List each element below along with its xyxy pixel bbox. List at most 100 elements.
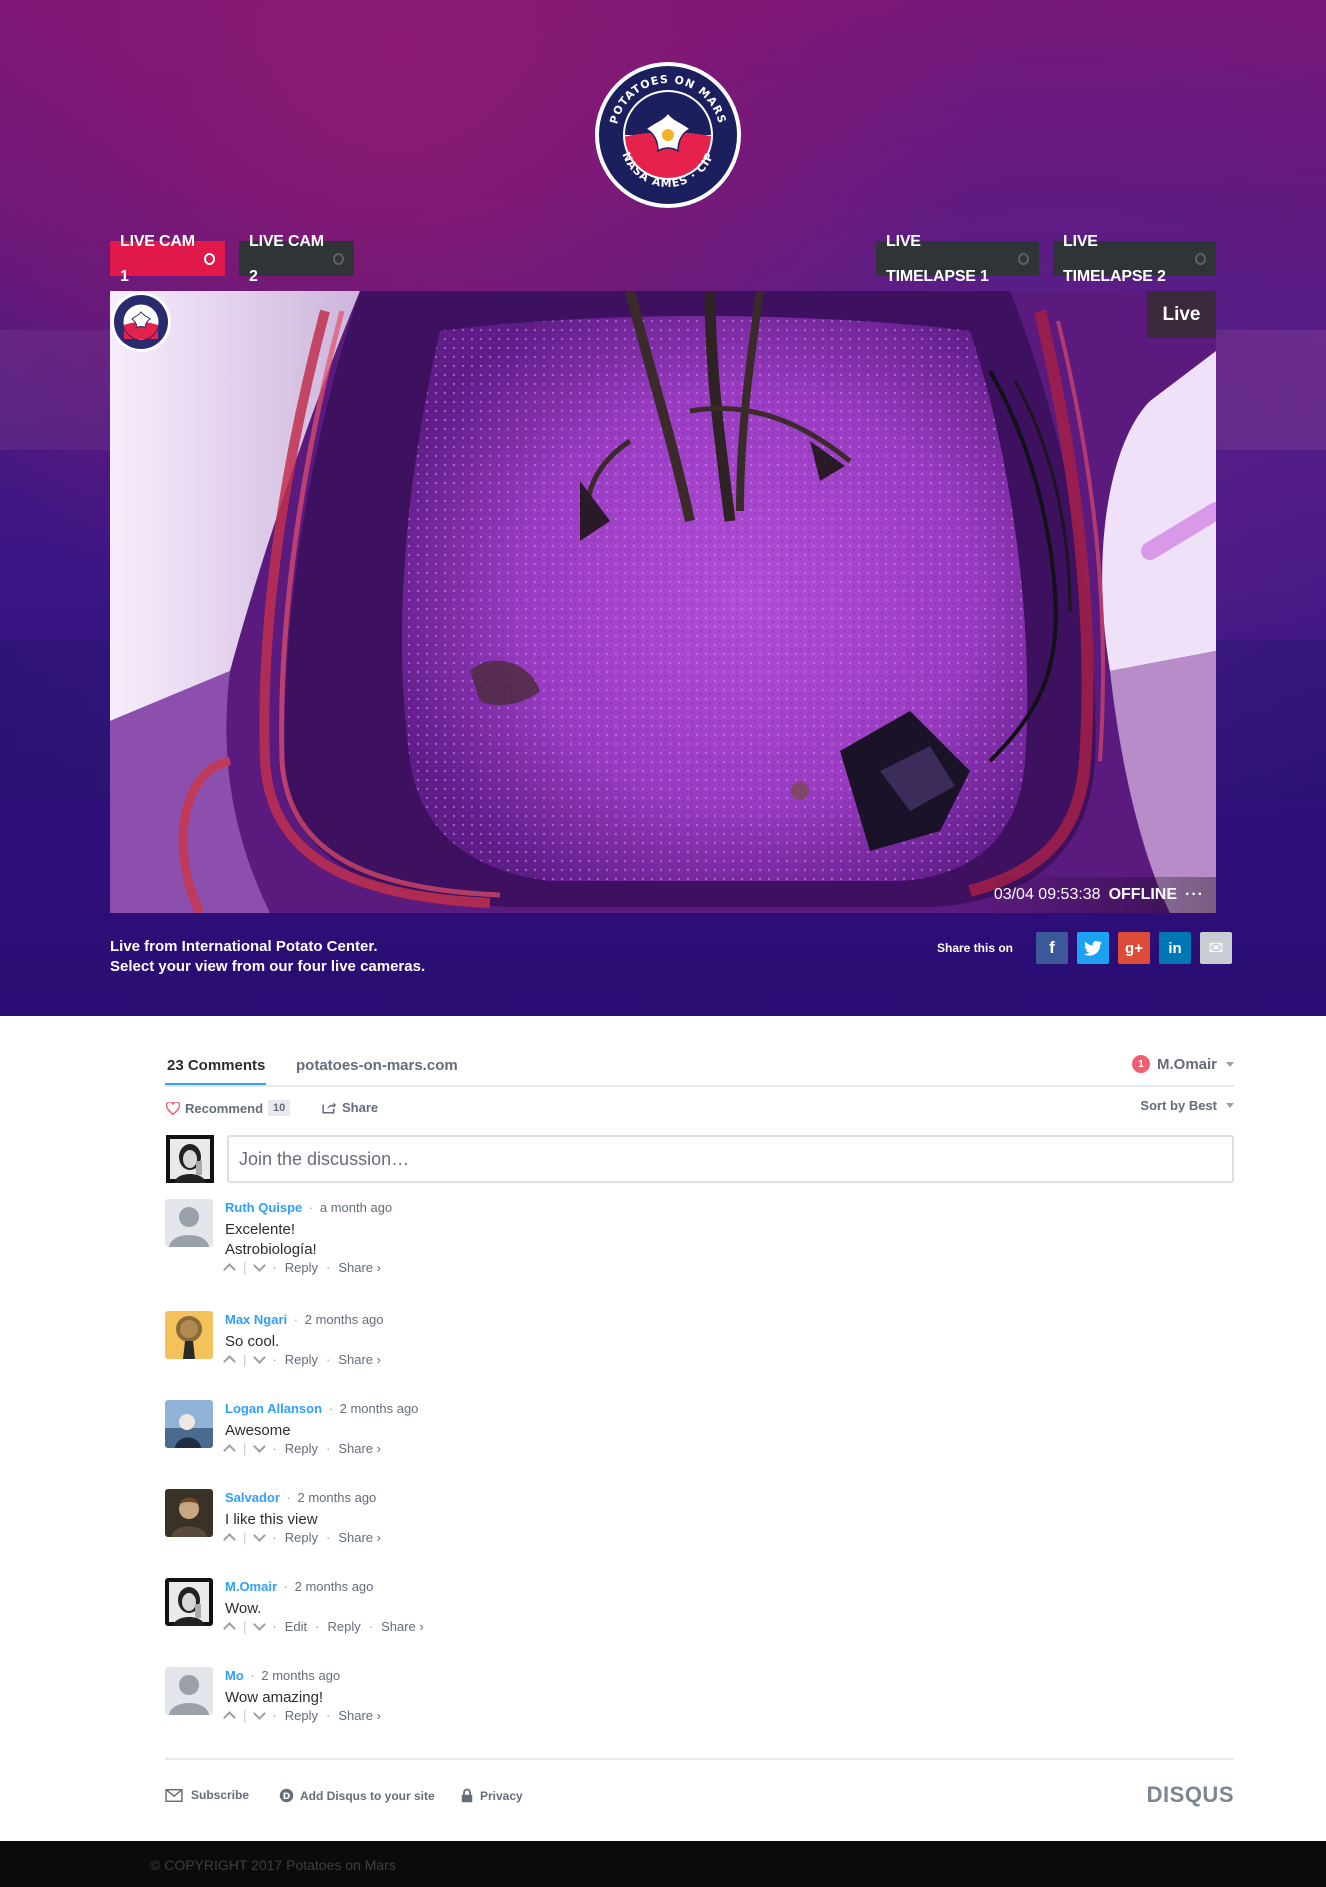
privacy-link[interactable]: Privacy [461,1788,523,1803]
upvote-icon[interactable] [223,1622,236,1635]
downvote-icon[interactable] [253,1259,267,1272]
comment-text: I like this view [225,1511,318,1528]
avatar[interactable] [166,1135,214,1183]
divider [165,1758,1234,1760]
comment-author-link[interactable]: Max Ngari [225,1312,287,1327]
facebook-share-button[interactable]: f [1036,932,1069,964]
avatar[interactable] [165,1400,213,1448]
privacy-label: Privacy [480,1788,523,1803]
join-discussion-input[interactable]: Join the discussion… [227,1135,1234,1183]
comment-author-link[interactable]: Logan Allanson [225,1401,322,1416]
upvote-icon[interactable] [223,1263,236,1276]
tab-live-timelapse-2[interactable]: LIVE TIMELAPSE 2 [1053,233,1216,285]
upvote-icon[interactable] [223,1444,236,1457]
reply-link[interactable]: Reply [285,1441,318,1456]
disqus-d-icon: D [279,1788,294,1803]
comment-actions: | · Reply · Share › [223,1440,381,1457]
recommend-button[interactable]: Recommend 10 [166,1100,291,1116]
add-disqus-label: Add Disqus to your site [300,1788,435,1803]
live-badge: Live [1147,291,1216,338]
comment-header: Logan Allanson · 2 months ago [225,1401,419,1416]
comment-header: Ruth Quispe · a month ago [225,1200,393,1215]
reply-link[interactable]: Reply [285,1708,318,1723]
comment-time[interactable]: 2 months ago [305,1312,384,1327]
share-link[interactable]: Share › [381,1619,424,1634]
upvote-icon[interactable] [223,1711,236,1724]
user-menu[interactable]: 1 M.Omair [1131,1055,1234,1073]
status-dot-icon [333,252,344,265]
share-link[interactable]: Share › [338,1441,381,1456]
comment-actions: | · Reply · Share › [223,1351,381,1368]
tab-live-cam-1[interactable]: LIVE CAM 1 [110,233,225,285]
tab-label: LIVE CAM 1 [120,232,195,285]
edit-link[interactable]: Edit [285,1619,307,1634]
upvote-icon[interactable] [223,1533,236,1546]
tab-live-cam-2[interactable]: LIVE CAM 2 [239,233,354,285]
recommend-count: 10 [268,1100,291,1116]
upvote-icon[interactable] [223,1355,236,1368]
live-camera-feed[interactable]: Live 03/04 09:53:38 OFFLINE ··· [110,291,1216,913]
more-options-icon[interactable]: ··· [1185,886,1204,904]
avatar[interactable] [165,1667,213,1715]
chevron-down-icon [1226,1061,1234,1067]
comment-header: Mo · 2 months ago [225,1668,341,1683]
hero-section: POTATOES ON MARS NASA AMES · CIP LIVE CA… [0,0,1326,1016]
comment-time[interactable]: 2 months ago [340,1401,419,1416]
linkedin-share-button[interactable]: in [1159,932,1192,964]
envelope-icon [165,1788,183,1802]
tab-live-timelapse-1[interactable]: LIVE TIMELAPSE 1 [876,233,1039,285]
comment-author-link[interactable]: M.Omair [225,1579,277,1594]
avatar[interactable] [165,1311,213,1359]
linkedin-icon: in [1168,939,1182,957]
subscribe-link[interactable]: Subscribe [165,1788,249,1802]
google-plus-icon: g+ [1125,939,1143,957]
comment-body: Awesome [225,1421,291,1441]
avatar[interactable] [165,1578,213,1626]
share-link[interactable]: Share › [338,1260,381,1275]
add-disqus-link[interactable]: D Add Disqus to your site [279,1788,435,1803]
avatar[interactable] [165,1199,213,1247]
comment-author-link[interactable]: Salvador [225,1490,280,1505]
comment-author-link[interactable]: Ruth Quispe [225,1200,302,1215]
facebook-icon: f [1049,938,1055,957]
comment-body: I like this view [225,1510,318,1530]
reply-link[interactable]: Reply [327,1619,360,1634]
reply-link[interactable]: Reply [285,1260,318,1275]
reply-link[interactable]: Reply [285,1530,318,1545]
email-share-button[interactable]: ✉ [1200,932,1233,964]
camera-caption: Live from International Potato Center. S… [110,937,425,977]
comment-count-tab[interactable]: 23 Comments [167,1057,265,1074]
share-link[interactable]: Share › [338,1530,381,1545]
comment-time[interactable]: 2 months ago [295,1579,374,1594]
comment-author-link[interactable]: Mo [225,1668,244,1683]
comment-time[interactable]: 2 months ago [298,1490,377,1505]
status-dot-icon [204,252,215,265]
potatoes-on-mars-logo[interactable]: POTATOES ON MARS NASA AMES · CIP [594,61,742,209]
sort-dropdown[interactable]: Sort by Best [1140,1098,1234,1113]
tab-label: LIVE TIMELAPSE 2 [1063,232,1166,285]
chevron-down-icon [1226,1103,1234,1108]
watermark-logo-icon [111,292,171,352]
comment-time[interactable]: a month ago [320,1200,392,1215]
google-plus-share-button[interactable]: g+ [1118,932,1151,964]
avatar[interactable] [165,1489,213,1537]
reply-link[interactable]: Reply [285,1352,318,1367]
downvote-icon[interactable] [253,1440,267,1453]
twitter-share-button[interactable] [1077,932,1110,964]
comment-text: Wow. [225,1600,262,1617]
twitter-icon [1084,940,1103,956]
share-thread-button[interactable]: Share [322,1100,378,1115]
status-dot-icon [1195,252,1206,265]
comment-header: Salvador · 2 months ago [225,1490,377,1505]
downvote-icon[interactable] [253,1351,267,1364]
comment-time[interactable]: 2 months ago [261,1668,340,1683]
downvote-icon[interactable] [253,1707,267,1720]
downvote-icon[interactable] [253,1618,267,1631]
downvote-icon[interactable] [253,1529,267,1542]
share-link[interactable]: Share › [338,1352,381,1367]
disqus-logo[interactable]: DISQUS [1147,1782,1234,1808]
comment-item: Salvador · 2 months ago I like this view… [165,1489,1234,1549]
community-tab[interactable]: potatoes-on-mars.com [296,1057,458,1074]
share-link[interactable]: Share › [338,1708,381,1723]
comment-text: Astrobiología! [225,1241,317,1258]
